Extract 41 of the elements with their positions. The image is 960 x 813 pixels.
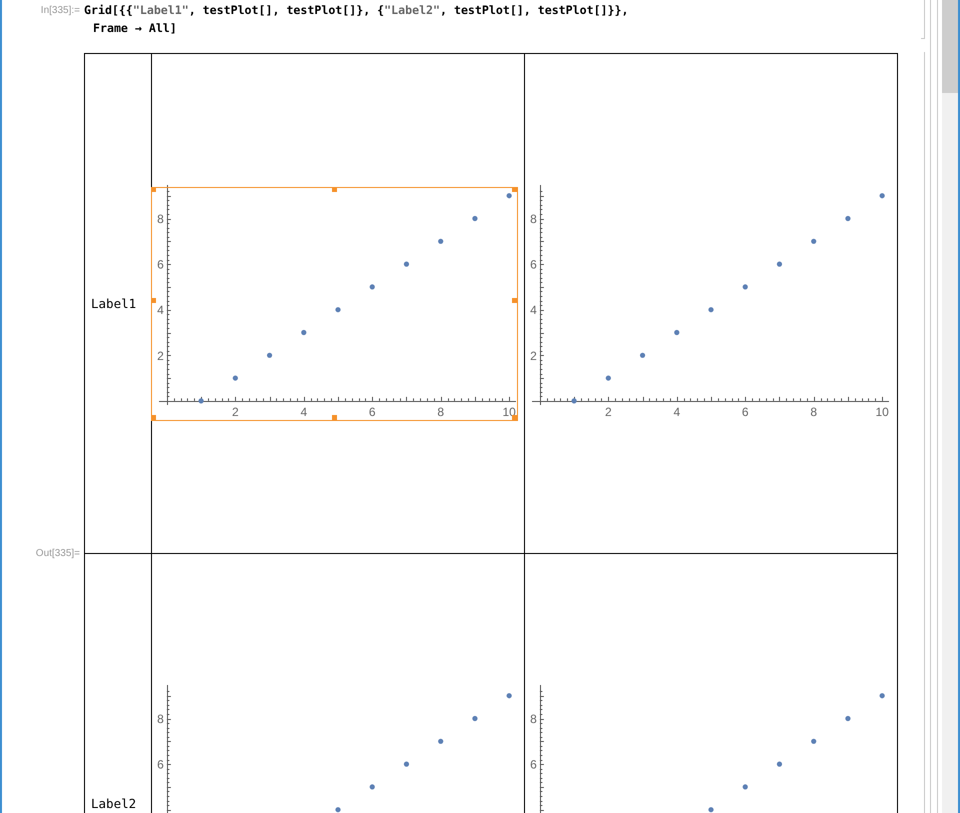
tick-label: 8: [437, 404, 444, 418]
tick-label: 8: [157, 212, 164, 226]
scrollbar-thumb[interactable]: [942, 0, 958, 93]
data-point: [708, 806, 714, 812]
data-point: [472, 715, 478, 721]
scrollbar[interactable]: [942, 0, 958, 813]
data-point: [880, 692, 885, 698]
row-label: Label2: [91, 796, 136, 811]
tick-label: 6: [368, 404, 376, 418]
tick-label: 2: [604, 404, 612, 418]
code-line[interactable]: Grid[{{"Label1", testPlot[], testPlot[]}, {"Label2", testPlot[], testPlot[]}},: [84, 1, 628, 19]
tick-label: 4: [673, 404, 680, 418]
tick-label: 6: [157, 257, 164, 272]
data-point: [438, 738, 444, 744]
tick-label: 2: [157, 348, 164, 362]
tick-label: 2: [232, 404, 239, 418]
data-point: [776, 761, 782, 766]
data-point: [404, 761, 410, 766]
tick-label: 6: [530, 257, 537, 272]
output-label: Out[335]=: [36, 547, 80, 560]
tick-label: 4: [157, 302, 164, 317]
tick-label: 10: [875, 404, 889, 418]
tick-label: 8: [530, 212, 537, 226]
code-line[interactable]: Frame → All]: [84, 19, 628, 37]
tick-label: 2: [530, 348, 537, 362]
tick-label: 8: [157, 712, 164, 726]
input-label: In[335]:=: [40, 4, 80, 17]
tick-label: 8: [530, 712, 537, 726]
tick-label: 4: [530, 302, 537, 317]
row-label: Label1: [91, 296, 136, 311]
tick-label: 6: [742, 404, 749, 418]
tick-label: 6: [157, 757, 164, 772]
data-point: [742, 784, 748, 789]
data-point: [370, 784, 375, 789]
data-point: [506, 692, 512, 698]
data-point: [845, 715, 851, 721]
tick-label: 8: [810, 404, 818, 418]
tick-label: 4: [300, 404, 308, 418]
data-point: [811, 738, 816, 744]
tick-label: 6: [530, 757, 537, 772]
data-point: [335, 806, 341, 812]
